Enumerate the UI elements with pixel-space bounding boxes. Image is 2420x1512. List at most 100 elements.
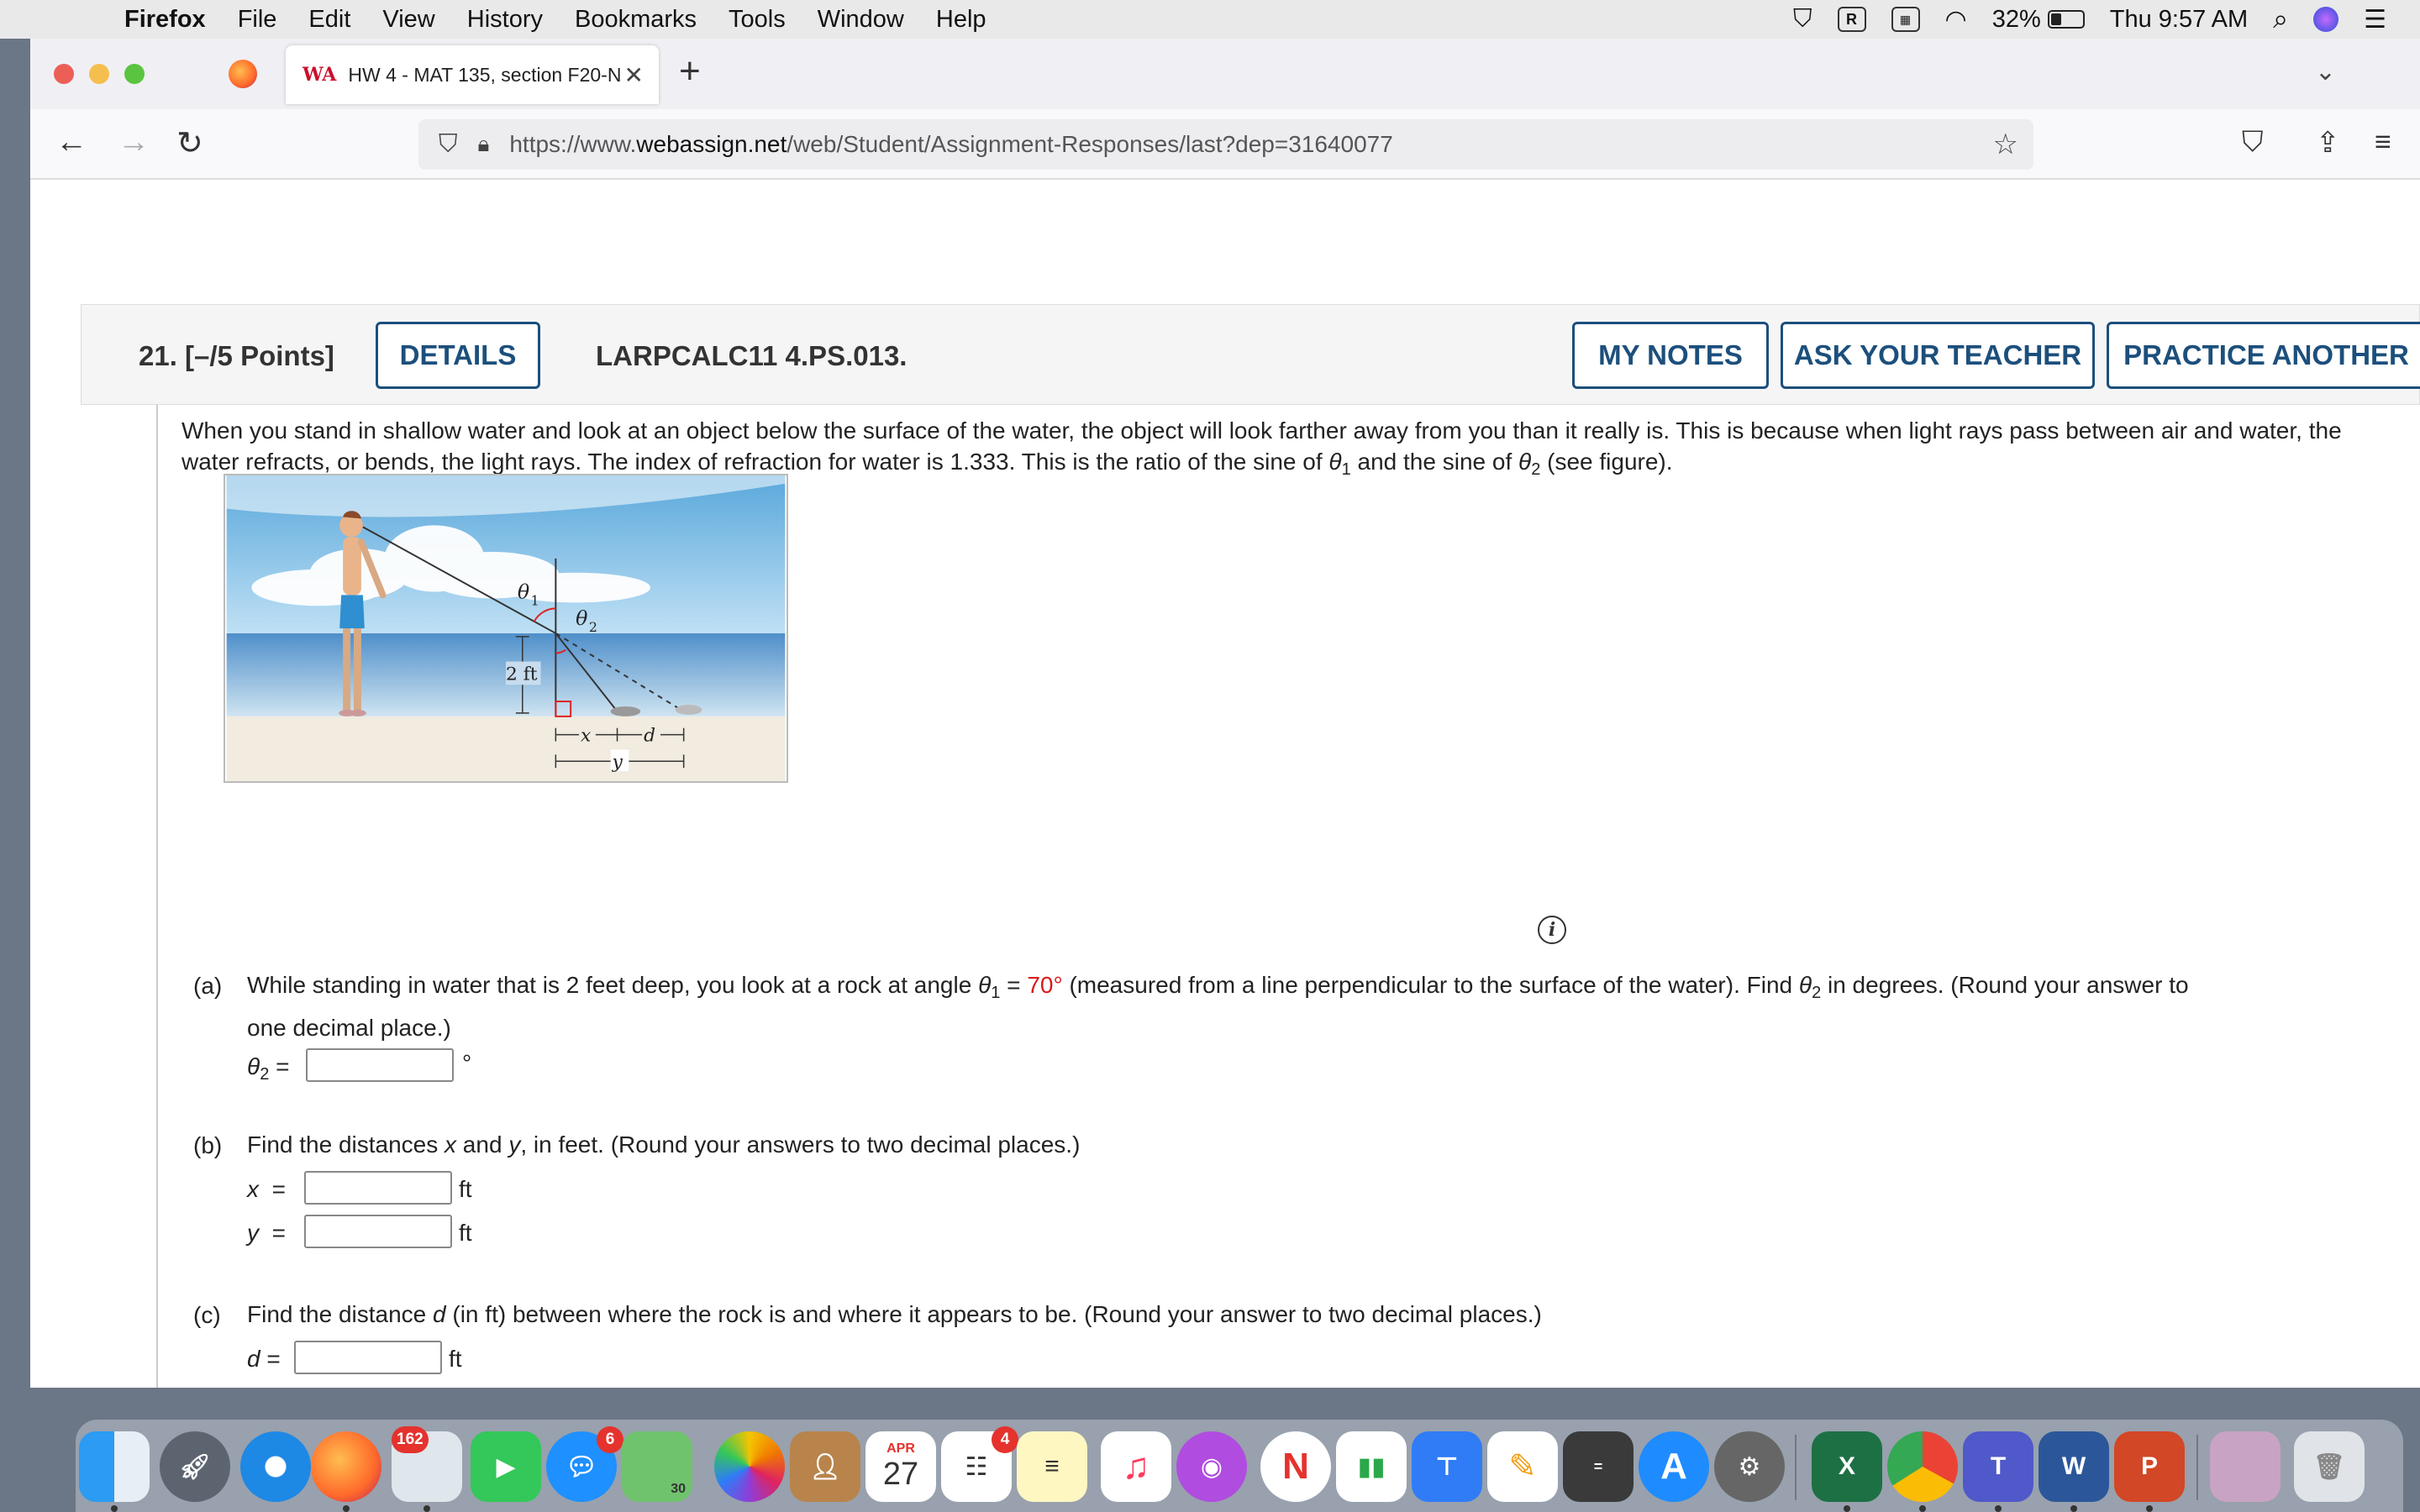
part-b-label: (b) [193, 1132, 223, 1158]
menu-edit[interactable]: Edit [308, 6, 350, 34]
close-window-button[interactable] [54, 64, 74, 84]
wifi-icon[interactable]: ◠ [1945, 5, 1967, 34]
url-text[interactable]: https://www.webassign.net/web/Student/As… [509, 131, 1392, 158]
messages-badge: 6 [597, 1426, 623, 1453]
battery-status[interactable]: 32% [1992, 6, 2085, 34]
list-all-tabs-chevron-icon[interactable]: ⌄ [2315, 57, 2336, 87]
minimize-window-button[interactable] [89, 64, 109, 84]
dock-separator-2 [2196, 1435, 2198, 1500]
word-icon[interactable]: W [2039, 1431, 2109, 1512]
back-arrow-icon[interactable]: ← [55, 124, 87, 160]
spotlight-search-icon[interactable]: ⌕ [2273, 3, 2288, 35]
launchpad-rocket-icon[interactable]: 🚀︎ [160, 1431, 230, 1502]
question-header: 21. [–/5 Points] DETAILS LARPCALC11 4.PS… [81, 304, 2420, 405]
keynote-icon[interactable]: ⊤ [1412, 1431, 1482, 1502]
teams-icon[interactable]: T [1963, 1431, 2033, 1512]
pocket-icon[interactable]: ⛉ [2242, 126, 2264, 159]
mail-eagle-icon[interactable]: 162 [392, 1426, 462, 1512]
tab-title: HW 4 - MAT 135, section F20-N [348, 63, 622, 86]
news-icon[interactable]: N [1260, 1431, 1331, 1502]
firefox-view-icon[interactable] [229, 60, 257, 88]
bookmark-star-icon[interactable]: ☆ [1993, 128, 2018, 161]
url-bar[interactable]: ⛉ 🔒︎ https://www.webassign.net/web/Stude… [418, 119, 2033, 170]
keyboard-grid-icon[interactable]: ▦ [1891, 7, 1920, 32]
excel-icon[interactable]: X [1812, 1431, 1882, 1512]
calculator-icon[interactable]: = [1563, 1431, 1634, 1502]
notes-icon[interactable]: ≡ [1017, 1431, 1087, 1502]
lock-icon[interactable]: 🔒︎ [478, 131, 490, 158]
app-store-icon[interactable]: A [1639, 1431, 1709, 1502]
part-c-label: (c) [193, 1302, 221, 1328]
forward-arrow-icon[interactable]: → [118, 124, 150, 160]
dock: 🚀︎ 162 ▶ 💬︎ 6 30 👤︎ APR 27 ☷ 4 ≡ ♫ ◉ N ▮▮ ⊤… [76, 1420, 2403, 1512]
facetime-icon[interactable]: ▶ [471, 1431, 541, 1502]
menu-help[interactable]: Help [936, 6, 986, 34]
menubar-status-area: ⛉ R ▦ ◠ 32% Thu 9:57 AM ⌕ ☰ [1793, 0, 2386, 39]
rx-app-icon[interactable]: R [1837, 7, 1866, 32]
menu-window[interactable]: Window [818, 6, 904, 34]
control-center-icon[interactable]: ☰ [2364, 5, 2386, 34]
menu-history[interactable]: History [467, 6, 543, 34]
reload-icon[interactable]: ↻ [176, 124, 203, 162]
siri-icon[interactable] [2313, 7, 2339, 32]
theta1-sub: 1 [531, 592, 539, 608]
x-answer-input[interactable] [304, 1171, 452, 1205]
downloads-stack-icon[interactable] [2210, 1431, 2281, 1502]
numbers-chart-icon[interactable]: ▮▮ [1336, 1431, 1407, 1502]
question-code: LARPCALC11 4.PS.013. [596, 340, 908, 371]
part-a-label: (a) [193, 973, 223, 999]
vpn-shield-icon[interactable]: ⛉ [1793, 5, 1812, 34]
calendar-icon[interactable]: APR 27 [865, 1431, 936, 1502]
maps-icon[interactable]: 30 [622, 1431, 692, 1502]
firefox-window: WA HW 4 - MAT 135, section F20-N ✕ + ⌄ ←… [30, 39, 2420, 1388]
menu-view[interactable]: View [382, 6, 434, 34]
messages-icon[interactable]: 💬︎ 6 [546, 1426, 623, 1502]
powerpoint-icon[interactable]: P [2114, 1431, 2185, 1512]
new-tab-button[interactable]: + [679, 50, 701, 92]
rock [610, 706, 641, 717]
menu-app-name[interactable]: Firefox [124, 6, 206, 34]
hamburger-menu-icon[interactable]: ≡ [2375, 126, 2391, 159]
photos-icon[interactable] [714, 1431, 785, 1502]
finder-icon[interactable] [79, 1431, 150, 1512]
ask-your-teacher-button[interactable]: ASK YOUR TEACHER [1781, 322, 2095, 389]
page-content: 21. [–/5 Points] DETAILS LARPCALC11 4.PS… [30, 180, 2420, 1388]
menu-bookmarks[interactable]: Bookmarks [575, 6, 697, 34]
reminders-icon[interactable]: ☷ 4 [941, 1426, 1018, 1502]
battery-fill [2050, 13, 2061, 25]
battery-percent: 32% [1991, 5, 2041, 33]
practice-another-button[interactable]: PRACTICE ANOTHER [2107, 322, 2420, 389]
music-note-icon[interactable]: ♫ [1101, 1431, 1171, 1502]
theta2-sub: 2 [589, 619, 597, 635]
d-label: d [644, 726, 655, 747]
firefox-dock-icon[interactable] [311, 1431, 381, 1512]
menu-tools[interactable]: Tools [729, 6, 786, 34]
theta2-answer-label: θ2 = [247, 1053, 290, 1084]
trash-icon[interactable]: 🗑︎ [2294, 1431, 2365, 1502]
safari-compass-icon[interactable] [240, 1431, 311, 1502]
chrome-icon[interactable] [1887, 1431, 1958, 1512]
tab-webassign[interactable]: WA HW 4 - MAT 135, section F20-N ✕ [286, 45, 659, 104]
tracking-protection-shield-icon[interactable]: ⛉ [439, 130, 458, 159]
menu-file[interactable]: File [238, 6, 277, 34]
mail-badge: 162 [392, 1426, 429, 1453]
d-answer-input[interactable] [294, 1341, 442, 1374]
x-unit: ft [459, 1176, 472, 1202]
theta2-answer-input[interactable] [306, 1048, 454, 1082]
share-icon[interactable]: ⇪ [2316, 126, 2340, 160]
my-notes-button[interactable]: MY NOTES [1572, 322, 1769, 389]
podcasts-icon[interactable]: ◉ [1176, 1431, 1247, 1502]
tab-strip: WA HW 4 - MAT 135, section F20-N ✕ + ⌄ [30, 39, 2420, 109]
details-button[interactable]: DETAILS [376, 322, 540, 389]
system-preferences-gear-icon[interactable]: ⚙ [1714, 1431, 1785, 1502]
menubar-clock[interactable]: Thu 9:57 AM [2110, 6, 2248, 34]
webassign-favicon: WA [302, 64, 337, 86]
pages-pencil-icon[interactable]: ✎ [1487, 1431, 1558, 1502]
reminders-badge: 4 [992, 1426, 1018, 1453]
y-answer-input[interactable] [304, 1215, 452, 1248]
zoom-window-button[interactable] [124, 64, 145, 84]
degree-unit: ° [462, 1050, 472, 1076]
contacts-icon[interactable]: 👤︎ [790, 1431, 860, 1502]
info-icon[interactable]: i [1538, 916, 1566, 944]
close-tab-icon[interactable]: ✕ [624, 61, 644, 89]
